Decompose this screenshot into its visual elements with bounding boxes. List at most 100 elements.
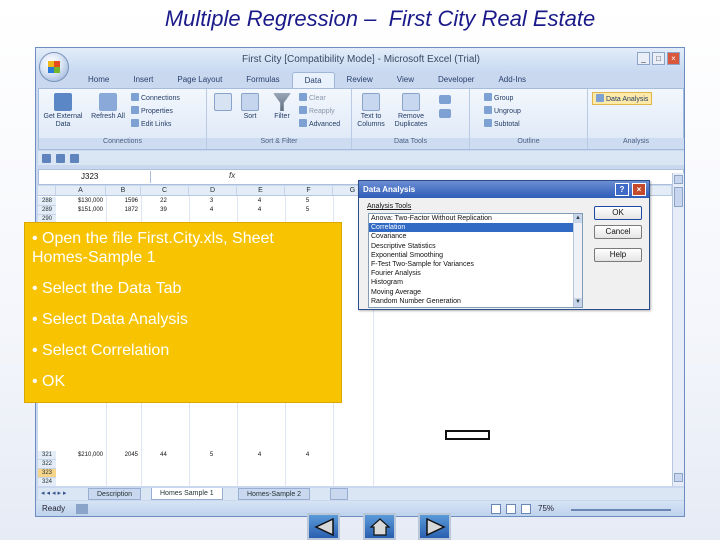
previous-slide-button[interactable] — [307, 513, 340, 540]
table-cell[interactable]: 5 — [285, 197, 333, 206]
row-header[interactable]: 321 — [38, 451, 56, 460]
list-item[interactable]: Fourier Analysis — [369, 269, 582, 278]
minimize-icon[interactable]: _ — [637, 52, 650, 65]
insert-sheet-icon[interactable] — [330, 488, 348, 500]
table-cell[interactable]: $130,000 — [56, 197, 106, 206]
scroll-up-icon[interactable]: ▲ — [574, 214, 582, 223]
table-cell[interactable]: 4 — [189, 206, 237, 215]
list-item[interactable]: Anova: Two-Factor Without Replication — [369, 214, 582, 223]
sheet-tab-homes-sample-2[interactable]: Homes-Sample 2 — [238, 488, 311, 500]
column-header[interactable]: C — [141, 186, 189, 196]
analysis-tools-list[interactable]: Anova: Two-Factor Without Replication Co… — [368, 213, 583, 308]
table-cell[interactable]: 44 — [141, 451, 189, 460]
tab-developer[interactable]: Developer — [426, 72, 486, 88]
name-box[interactable]: J323 — [41, 171, 151, 183]
refresh-all-button[interactable]: Refresh All — [91, 93, 125, 121]
row-header[interactable]: 288 — [38, 197, 56, 206]
subtotal-button[interactable]: Subtotal — [484, 119, 520, 128]
table-cell[interactable]: 4 — [237, 206, 285, 215]
group-button[interactable]: Group — [484, 93, 513, 102]
list-item[interactable]: Moving Average — [369, 288, 582, 297]
page-layout-view-icon[interactable] — [506, 504, 516, 514]
tab-insert[interactable]: Insert — [121, 72, 165, 88]
table-cell[interactable]: $210,000 — [56, 451, 106, 460]
page-break-view-icon[interactable] — [521, 504, 531, 514]
table-cell[interactable]: 4 — [285, 451, 333, 460]
ungroup-button[interactable]: Ungroup — [484, 106, 521, 115]
close-icon[interactable]: × — [667, 52, 680, 65]
close-icon[interactable]: × — [632, 183, 646, 196]
table-cell[interactable]: 39 — [141, 206, 189, 215]
table-cell[interactable]: 2045 — [106, 451, 141, 460]
normal-view-icon[interactable] — [491, 504, 501, 514]
list-scrollbar[interactable]: ▲ ▼ — [573, 214, 582, 307]
tab-formulas[interactable]: Formulas — [234, 72, 291, 88]
list-item[interactable]: Descriptive Statistics — [369, 242, 582, 251]
home-slide-button[interactable] — [363, 513, 396, 540]
data-analysis-button[interactable]: Data Analysis — [592, 92, 653, 105]
consolidate-button[interactable] — [438, 109, 452, 120]
advanced-button[interactable]: Advanced — [299, 119, 340, 128]
save-icon[interactable] — [42, 154, 51, 163]
reapply-button[interactable]: Reapply — [299, 106, 335, 115]
remove-duplicates-button[interactable]: Remove Duplicates — [390, 93, 432, 129]
scroll-up-icon[interactable] — [674, 175, 683, 184]
table-cell[interactable]: 5 — [285, 206, 333, 215]
connections-button[interactable]: Connections — [131, 93, 180, 102]
sheet-nav-arrows-icon[interactable]: ◂◂◂▸▸ — [41, 489, 69, 497]
table-cell[interactable]: 4 — [237, 197, 285, 206]
properties-button[interactable]: Properties — [131, 106, 173, 115]
sheet-tab-description[interactable]: Description — [88, 488, 142, 500]
row-header[interactable]: 289 — [38, 206, 56, 215]
list-item[interactable]: Histogram — [369, 278, 582, 287]
table-cell[interactable]: 1872 — [106, 206, 141, 215]
row-header[interactable]: 322 — [38, 460, 56, 469]
table-cell[interactable]: 4 — [237, 451, 285, 460]
maximize-icon[interactable]: □ — [652, 52, 665, 65]
table-cell[interactable]: 3 — [189, 197, 237, 206]
list-item[interactable]: F-Test Two-Sample for Variances — [369, 260, 582, 269]
tab-review[interactable]: Review — [335, 72, 385, 88]
select-all-corner[interactable] — [38, 186, 56, 196]
sheet-tab-homes-sample-1[interactable]: Homes Sample 1 — [151, 488, 223, 500]
table-cell[interactable]: 22 — [141, 197, 189, 206]
get-external-data-button[interactable]: Get External Data — [41, 93, 85, 129]
tab-view[interactable]: View — [385, 72, 426, 88]
column-header[interactable]: E — [237, 186, 285, 196]
tab-home[interactable]: Home — [76, 72, 121, 88]
table-cell[interactable]: 5 — [189, 451, 237, 460]
active-cell-selection[interactable] — [445, 430, 490, 440]
list-item-selected[interactable]: Correlation — [369, 223, 582, 233]
scroll-down-icon[interactable] — [674, 473, 683, 482]
sort-button[interactable]: Sort — [235, 93, 265, 121]
zoom-slider[interactable] — [571, 509, 671, 511]
next-slide-button[interactable] — [418, 513, 451, 540]
row-header-selected[interactable]: 323 — [38, 469, 56, 478]
scroll-down-icon[interactable]: ▼ — [574, 298, 582, 307]
filter-button[interactable]: Filter — [267, 93, 297, 121]
column-header[interactable]: D — [189, 186, 237, 196]
list-item[interactable]: Random Number Generation — [369, 297, 582, 306]
help-icon[interactable]: ? — [615, 183, 629, 196]
macro-record-icon[interactable] — [76, 504, 88, 514]
redo-icon[interactable] — [70, 154, 79, 163]
sort-az-button[interactable] — [213, 93, 233, 113]
table-cell[interactable]: 1596 — [106, 197, 141, 206]
zoom-level[interactable]: 75% — [538, 504, 554, 513]
data-validation-button[interactable] — [438, 95, 452, 106]
clear-button[interactable]: Clear — [299, 93, 326, 102]
tab-page-layout[interactable]: Page Layout — [165, 72, 234, 88]
list-item[interactable]: Covariance — [369, 232, 582, 241]
vertical-scrollbar[interactable] — [672, 173, 684, 486]
scroll-thumb[interactable] — [674, 187, 683, 207]
row-header[interactable]: 324 — [38, 478, 56, 486]
tab-add-ins[interactable]: Add-Ins — [486, 72, 538, 88]
text-to-columns-button[interactable]: Text to Columns — [354, 93, 388, 129]
column-header[interactable]: A — [56, 186, 106, 196]
column-header[interactable]: F — [285, 186, 333, 196]
cancel-button[interactable]: Cancel — [594, 225, 642, 239]
table-cell[interactable]: $151,000 — [56, 206, 106, 215]
help-button[interactable]: Help — [594, 248, 642, 262]
list-item[interactable]: Exponential Smoothing — [369, 251, 582, 260]
edit-links-button[interactable]: Edit Links — [131, 119, 171, 128]
